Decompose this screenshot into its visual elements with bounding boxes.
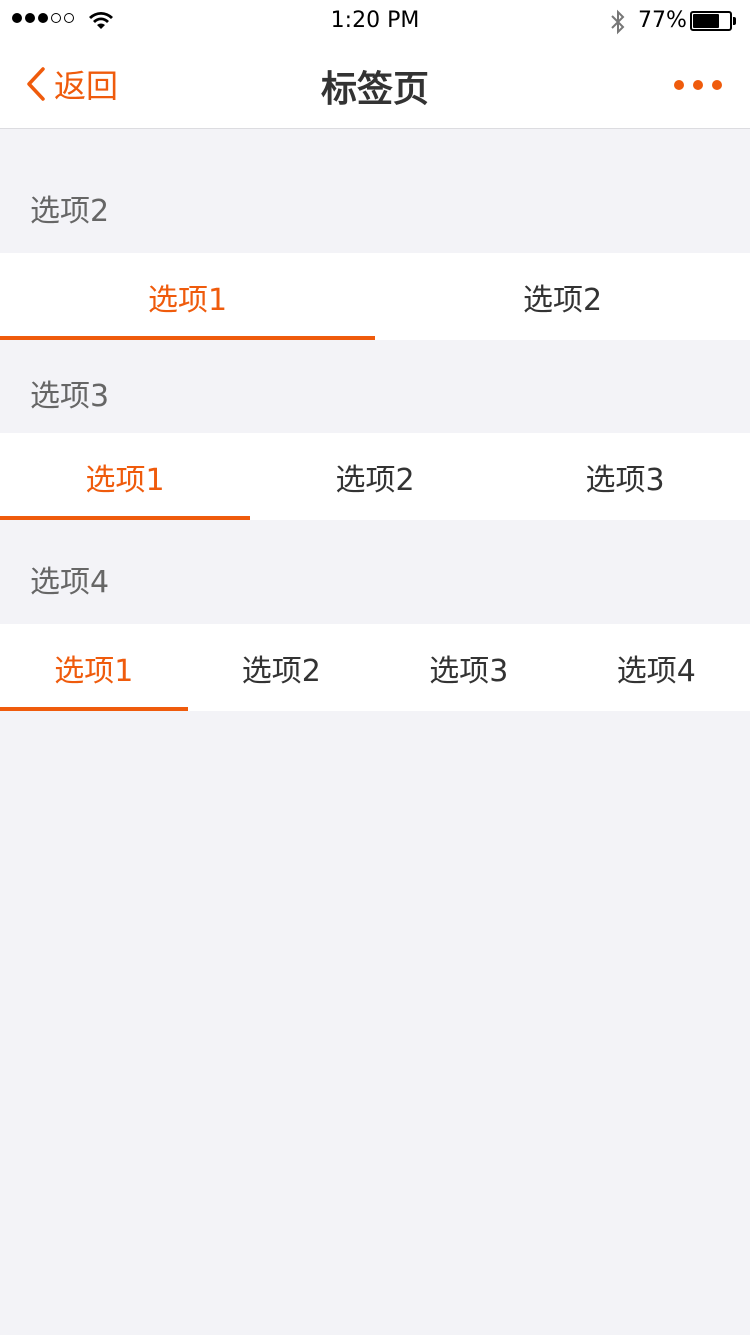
tab-option-2[interactable]: 选项2 bbox=[188, 624, 376, 711]
dot-icon bbox=[693, 80, 703, 90]
tab-bar-two: 选项1 选项2 bbox=[0, 253, 750, 340]
tab-bar-four: 选项1 选项2 选项3 选项4 bbox=[0, 624, 750, 711]
tab-option-1[interactable]: 选项1 bbox=[0, 624, 188, 711]
active-tab-indicator bbox=[0, 707, 188, 711]
dot-icon bbox=[712, 80, 722, 90]
navigation-bar: 返回 标签页 bbox=[0, 40, 750, 129]
tab-label: 选项4 bbox=[616, 653, 696, 689]
tab-bar-three: 选项1 选项2 选项3 bbox=[0, 433, 750, 520]
section-label: 选项2 bbox=[30, 194, 110, 229]
bluetooth-icon bbox=[611, 9, 625, 35]
tab-option-2[interactable]: 选项2 bbox=[375, 253, 750, 340]
tab-label: 选项1 bbox=[147, 282, 228, 318]
battery-icon bbox=[690, 11, 736, 31]
active-tab-indicator bbox=[0, 336, 375, 340]
tab-option-1[interactable]: 选项1 bbox=[0, 253, 375, 340]
tab-label: 选项2 bbox=[335, 462, 415, 498]
tab-option-3[interactable]: 选项3 bbox=[500, 433, 750, 520]
tab-option-1[interactable]: 选项1 bbox=[0, 433, 250, 520]
tab-label: 选项3 bbox=[585, 462, 665, 498]
active-tab-indicator bbox=[0, 516, 250, 520]
dot-icon bbox=[674, 80, 684, 90]
section-label: 选项4 bbox=[30, 565, 110, 600]
tab-label: 选项3 bbox=[429, 653, 509, 689]
tab-label: 选项1 bbox=[85, 462, 165, 498]
section-label: 选项3 bbox=[30, 379, 110, 414]
more-button[interactable] bbox=[674, 74, 722, 96]
status-bar: 1:20 PM 77% bbox=[0, 0, 750, 40]
tab-option-4[interactable]: 选项4 bbox=[563, 624, 750, 711]
page-title: 标签页 bbox=[320, 69, 429, 110]
tab-label: 选项2 bbox=[241, 653, 321, 689]
battery-percent: 77% bbox=[638, 8, 687, 33]
tab-label: 选项2 bbox=[522, 282, 603, 318]
tab-option-2[interactable]: 选项2 bbox=[250, 433, 500, 520]
tab-option-3[interactable]: 选项3 bbox=[375, 624, 563, 711]
tab-label: 选项1 bbox=[54, 653, 134, 689]
